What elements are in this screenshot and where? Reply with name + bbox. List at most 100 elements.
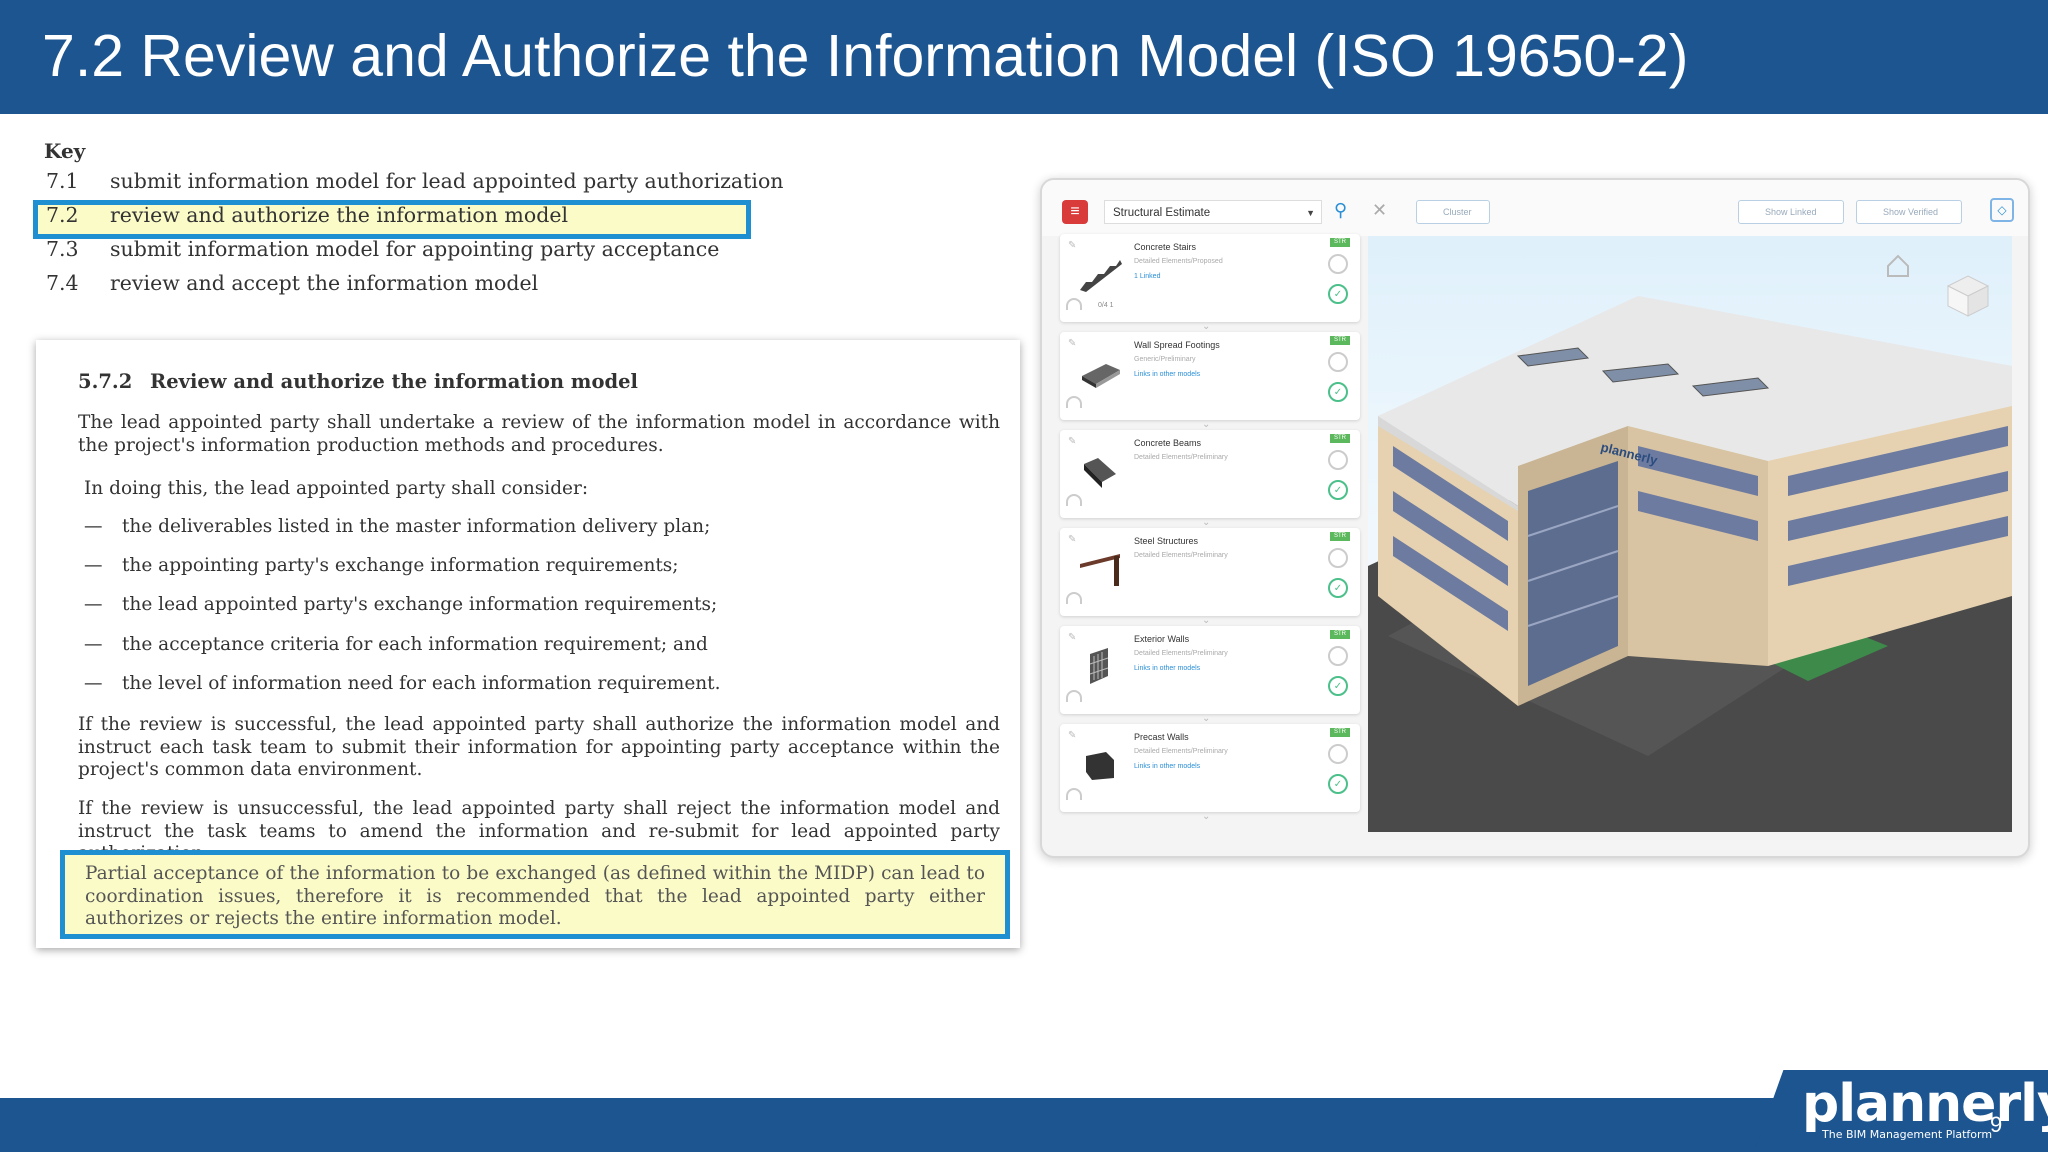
key-num: 7.4 — [46, 271, 79, 295]
stairs-thumbnail — [1080, 260, 1122, 292]
item-status: Detailed Elements/Proposed — [1134, 258, 1223, 265]
beam-thumbnail — [1084, 458, 1116, 488]
discipline-tag: STR — [1330, 532, 1350, 541]
pin-icon: ✎ — [1068, 240, 1077, 251]
bullet-text: the level of information need for each i… — [122, 673, 721, 694]
steel-thumbnail — [1080, 554, 1120, 586]
key-num: 7.3 — [46, 237, 79, 261]
verified-check-icon[interactable]: ✓ — [1328, 774, 1348, 794]
link-status-icon[interactable] — [1328, 450, 1348, 470]
show-verified-label: Show Verified — [1883, 207, 1939, 217]
bullet-item: — the deliverables listed in the master i… — [84, 516, 711, 537]
footing-thumbnail — [1082, 364, 1120, 388]
list-item[interactable]: ✎ Steel Structures Detailed Elements/Pre… — [1060, 528, 1360, 626]
search-icon[interactable]: ⚲ — [1334, 200, 1347, 221]
pin-icon: ✎ — [1068, 534, 1077, 545]
home-icon — [1887, 254, 1909, 277]
chevron-down-icon[interactable]: ⌄ — [1202, 321, 1210, 332]
key-text: submit information model for lead appoin… — [110, 169, 784, 193]
bullet-item: — the appointing party's exchange informa… — [84, 555, 679, 576]
chevron-down-icon: ▼ — [1306, 208, 1315, 218]
item-name: Precast Walls — [1134, 732, 1189, 742]
verified-check-icon[interactable]: ✓ — [1328, 578, 1348, 598]
link-status-icon[interactable] — [1328, 646, 1348, 666]
chevron-down-icon[interactable]: ⌄ — [1202, 419, 1210, 430]
item-link[interactable]: 1 Linked — [1134, 273, 1160, 280]
key-item: 7.4 review and accept the information mod… — [44, 271, 764, 305]
verified-check-icon[interactable]: ✓ — [1328, 480, 1348, 500]
chevron-down-icon[interactable]: ⌄ — [1202, 811, 1210, 822]
discipline-tag: STR — [1330, 434, 1350, 443]
chevron-down-icon[interactable]: ⌄ — [1202, 713, 1210, 724]
key-item: 7.3 submit information model for appointi… — [44, 237, 764, 271]
paragraph: The lead appointed party shall undertake… — [78, 412, 1000, 456]
link-status-icon[interactable] — [1328, 548, 1348, 568]
menu-icon[interactable]: ≡ — [1062, 200, 1088, 224]
key-num: 7.1 — [46, 169, 79, 193]
list-item[interactable]: ✎ Precast Walls Detailed Elements/Prelim… — [1060, 724, 1360, 822]
verified-check-icon[interactable]: ✓ — [1328, 382, 1348, 402]
list-item[interactable]: ✎ Concrete Stairs Detailed Elements/Prop… — [1060, 234, 1360, 332]
item-link[interactable]: Links in other models — [1134, 665, 1200, 672]
item-name: Exterior Walls — [1134, 634, 1190, 644]
paragraph: In doing this, the lead appointed party … — [84, 478, 589, 499]
bullet-text: the appointing party's exchange informat… — [122, 555, 679, 576]
standard-excerpt: 5.7.2 Review and authorize the informatio… — [36, 340, 1020, 948]
user-icon — [1066, 788, 1082, 800]
app-toolbar: ≡ Structural Estimate ▼ ⚲ ✕ Cluster Show … — [1042, 180, 2028, 236]
item-name: Wall Spread Footings — [1134, 340, 1220, 350]
pin-icon: ✎ — [1068, 338, 1077, 349]
discipline-tag: STR — [1330, 630, 1350, 639]
list-item[interactable]: ✎ Exterior Walls Detailed Elements/Preli… — [1060, 626, 1360, 724]
plannerly-logo: plannerly — [1802, 1074, 2048, 1134]
pin-icon: ✎ — [1068, 730, 1077, 741]
building-model: plannerly — [1368, 254, 2012, 832]
estimate-dropdown[interactable]: Structural Estimate ▼ — [1104, 200, 1322, 224]
item-meta: 0/4 1 — [1098, 302, 1114, 309]
key-text: review and accept the information model — [110, 271, 539, 295]
section-heading: 5.7.2 Review and authorize the informatio… — [78, 370, 638, 393]
key-num: 7.2 — [46, 203, 79, 227]
close-icon[interactable]: ✕ — [1372, 200, 1387, 221]
paragraph: If the review is successful, the lead ap… — [78, 714, 1000, 780]
view-cube-icon — [1946, 275, 1990, 317]
slide-title: 7.2 Review and Authorize the Information… — [42, 23, 1689, 89]
cluster-button[interactable]: Cluster — [1416, 200, 1490, 224]
link-status-icon[interactable] — [1328, 744, 1348, 764]
user-icon — [1066, 592, 1082, 604]
item-name: Concrete Beams — [1134, 438, 1202, 448]
chevron-down-icon[interactable]: ⌄ — [1202, 615, 1210, 626]
verified-check-icon[interactable]: ✓ — [1328, 284, 1348, 304]
user-icon — [1066, 494, 1082, 506]
verified-check-icon[interactable]: ✓ — [1328, 676, 1348, 696]
link-status-icon[interactable] — [1328, 254, 1348, 274]
precast-thumbnail — [1086, 752, 1114, 780]
item-status: Detailed Elements/Preliminary — [1134, 454, 1228, 461]
link-status-icon[interactable] — [1328, 352, 1348, 372]
user-icon — [1066, 396, 1082, 408]
bullet-item: — the level of information need for each … — [84, 673, 721, 694]
item-link[interactable]: Links in other models — [1134, 763, 1200, 770]
chevron-down-icon[interactable]: ⌄ — [1202, 517, 1210, 528]
3d-model-viewer[interactable]: plannerly — [1368, 236, 2012, 832]
wall-thumbnail — [1089, 648, 1109, 684]
show-verified-button[interactable]: Show Verified — [1856, 200, 1962, 224]
title-bar: 7.2 Review and Authorize the Information… — [0, 0, 2048, 114]
list-item[interactable]: ✎ Concrete Beams Detailed Elements/Preli… — [1060, 430, 1360, 528]
key-heading: Key — [44, 139, 86, 163]
list-item[interactable]: ✎ Wall Spread Footings Generic/Prelimina… — [1060, 332, 1360, 430]
3d-cube-icon[interactable]: ◇ — [1990, 198, 2014, 222]
key-text: submit information model for appointing … — [110, 237, 720, 261]
item-link[interactable]: Links in other models — [1134, 371, 1200, 378]
section-title: Review and authorize the information mod… — [150, 370, 638, 393]
show-linked-label: Show Linked — [1765, 207, 1817, 217]
discipline-tag: STR — [1330, 238, 1350, 247]
bullet-item: — the lead appointed party's exchange inf… — [84, 594, 718, 615]
note-text: Partial acceptance of the information to… — [85, 863, 985, 929]
item-status: Detailed Elements/Preliminary — [1134, 748, 1228, 755]
bullet-text: the deliverables listed in the master in… — [122, 516, 711, 537]
dropdown-value: Structural Estimate — [1113, 207, 1211, 219]
item-name: Concrete Stairs — [1134, 242, 1197, 252]
show-linked-button[interactable]: Show Linked — [1738, 200, 1844, 224]
footer-bar — [0, 1098, 2048, 1152]
